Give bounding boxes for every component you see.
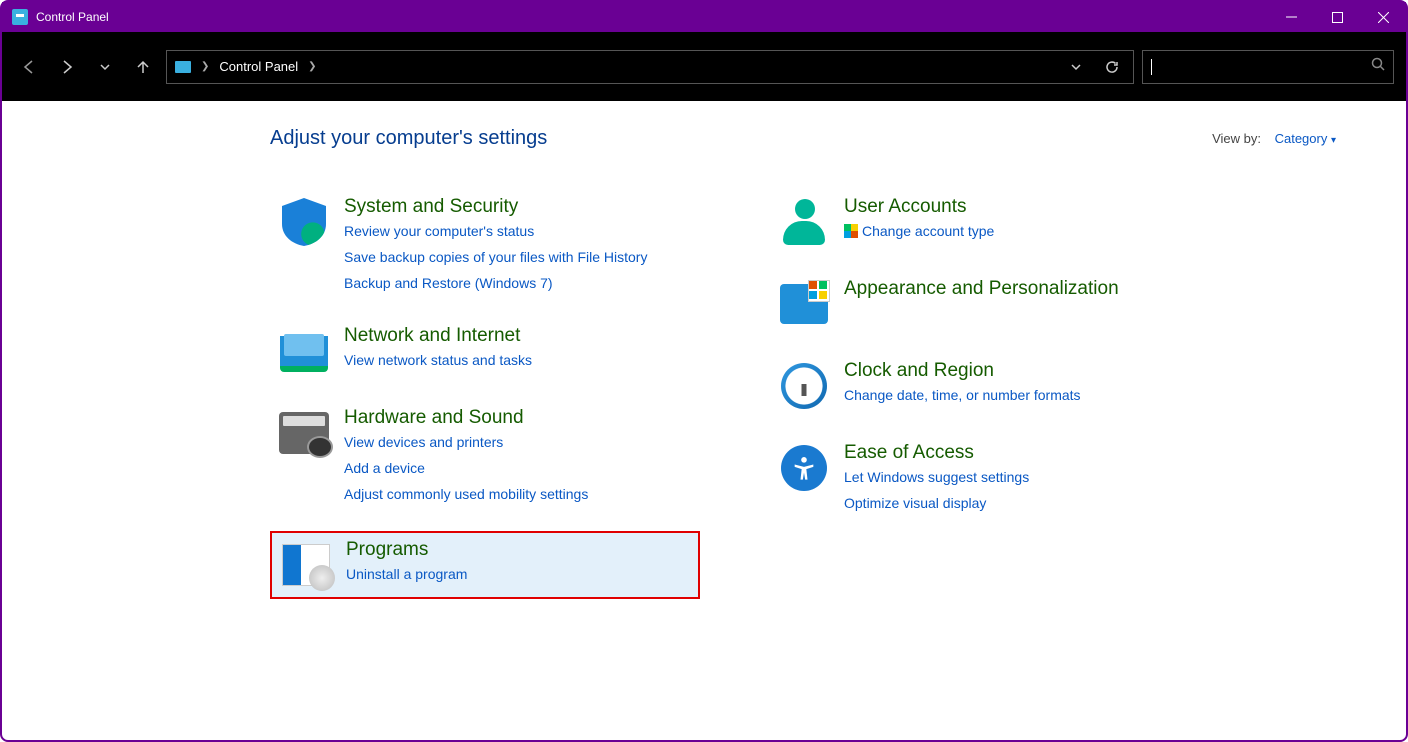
breadcrumb-root[interactable]: Control Panel: [219, 59, 298, 74]
category-column-right: User Accounts Change account type Appear…: [770, 190, 1200, 599]
close-button[interactable]: [1360, 2, 1406, 32]
category-network-internet: Network and Internet View network status…: [270, 319, 700, 383]
maximize-button[interactable]: [1314, 2, 1360, 32]
category-sublink[interactable]: Change account type: [844, 220, 994, 244]
category-sublink[interactable]: View network status and tasks: [344, 349, 532, 373]
category-sublink[interactable]: Backup and Restore (Windows 7): [344, 272, 647, 296]
page-title: Adjust your computer's settings: [270, 127, 547, 150]
category-sublink[interactable]: Change date, time, or number formats: [844, 384, 1081, 408]
address-bar[interactable]: ❯ Control Panel ❯: [166, 50, 1134, 84]
category-title-link[interactable]: Hardware and Sound: [344, 407, 588, 429]
category-user-accounts: User Accounts Change account type: [770, 190, 1200, 254]
back-button[interactable]: [14, 52, 44, 82]
category-title-link[interactable]: Appearance and Personalization: [844, 278, 1119, 300]
category-system-security: System and Security Review your computer…: [270, 190, 700, 301]
category-sublink[interactable]: View devices and printers: [344, 431, 588, 455]
category-programs: Programs Uninstall a program: [270, 531, 700, 599]
category-title-link[interactable]: Ease of Access: [844, 442, 1029, 464]
category-sublink[interactable]: Save backup copies of your files with Fi…: [344, 246, 647, 270]
user-icon: [778, 196, 830, 248]
monitor-icon: [778, 278, 830, 330]
search-icon: [1371, 57, 1385, 76]
chevron-right-icon[interactable]: ❯: [201, 61, 209, 72]
category-sublink[interactable]: Let Windows suggest settings: [844, 466, 1029, 490]
category-title-link[interactable]: System and Security: [344, 196, 647, 218]
search-input[interactable]: [1142, 50, 1394, 84]
view-by-value[interactable]: Category: [1275, 131, 1328, 146]
content-area: Adjust your computer's settings View by:…: [2, 101, 1406, 599]
minimize-button[interactable]: [1268, 2, 1314, 32]
category-clock-region: Clock and Region Change date, time, or n…: [770, 354, 1200, 418]
category-column-left: System and Security Review your computer…: [270, 190, 700, 599]
network-globe-icon: [278, 325, 330, 377]
category-sublink[interactable]: Adjust commonly used mobility settings: [344, 483, 588, 507]
category-title-link[interactable]: User Accounts: [844, 196, 994, 218]
category-appearance: Appearance and Personalization: [770, 272, 1200, 336]
security-shield-icon: [278, 196, 330, 248]
category-sublink[interactable]: Optimize visual display: [844, 492, 1029, 516]
category-title-link[interactable]: Clock and Region: [844, 360, 1081, 382]
control-panel-icon: [175, 61, 191, 73]
category-sublink[interactable]: Uninstall a program: [346, 563, 467, 587]
address-dropdown-button[interactable]: [1063, 54, 1089, 80]
programs-icon: [280, 539, 332, 591]
category-hardware-sound: Hardware and Sound View devices and prin…: [270, 401, 700, 512]
view-by-label: View by:: [1212, 131, 1261, 146]
navbar: ❯ Control Panel ❯: [2, 32, 1406, 101]
titlebar: Control Panel: [2, 2, 1406, 32]
refresh-button[interactable]: [1099, 54, 1125, 80]
accessibility-icon: [778, 442, 830, 494]
category-sublink[interactable]: Review your computer's status: [344, 220, 647, 244]
control-panel-icon: [12, 9, 28, 25]
forward-button[interactable]: [52, 52, 82, 82]
category-title-link[interactable]: Programs: [346, 539, 467, 561]
category-sublink[interactable]: Add a device: [344, 457, 588, 481]
view-by-selector[interactable]: View by: Category ▾: [1212, 131, 1336, 146]
printer-icon: [278, 407, 330, 459]
chevron-right-icon[interactable]: ❯: [308, 61, 316, 72]
chevron-down-icon: ▾: [1331, 135, 1336, 146]
text-cursor: [1151, 59, 1152, 75]
category-ease-of-access: Ease of Access Let Windows suggest setti…: [770, 436, 1200, 522]
category-title-link[interactable]: Network and Internet: [344, 325, 532, 347]
window-title: Control Panel: [36, 10, 109, 24]
up-button[interactable]: [128, 52, 158, 82]
recent-dropdown-button[interactable]: [90, 52, 120, 82]
clock-icon: [778, 360, 830, 412]
